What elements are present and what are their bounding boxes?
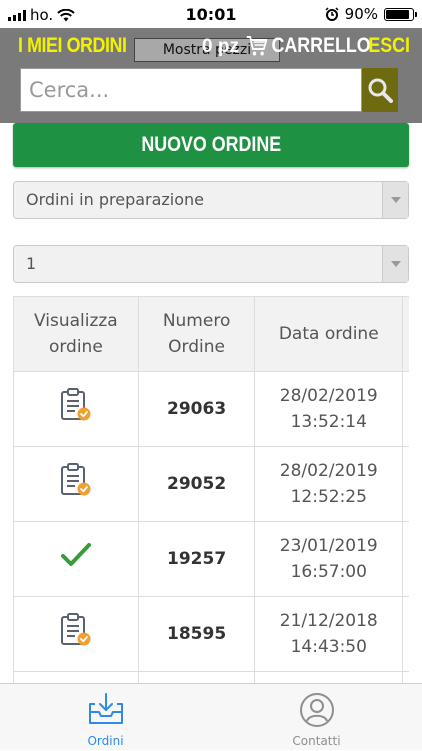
- order-status-value: Ordini in preparazione: [26, 190, 205, 209]
- order-date-cell: 28/02/2019 12:52:25: [254, 446, 404, 522]
- cart-count: 0 pz: [202, 36, 239, 57]
- order-status-select[interactable]: Ordini in preparazione: [13, 181, 409, 219]
- view-order-cell[interactable]: [13, 446, 139, 522]
- view-order-cell[interactable]: [13, 521, 139, 597]
- battery-percent: 90%: [344, 5, 378, 23]
- battery-icon: [384, 7, 417, 21]
- cart-label: CARRELLO: [271, 34, 371, 57]
- inbox-tray-icon: [88, 693, 123, 724]
- new-order-label: NUOVO ORDINE: [141, 133, 281, 156]
- clipboard-check-icon[interactable]: [59, 613, 93, 653]
- search-input[interactable]: Cerca...: [20, 68, 362, 112]
- page-title: I MIEI ORDINI: [18, 34, 127, 57]
- view-order-cell[interactable]: [13, 371, 139, 447]
- order-date: 23/01/2019: [279, 536, 378, 556]
- extra-cell: [402, 371, 409, 447]
- tab-ordini[interactable]: Ordini: [0, 684, 211, 751]
- status-bar: ho. 10:01 90%: [0, 0, 422, 28]
- page-select-value: 1: [26, 254, 37, 273]
- tab-ordini-label: Ordini: [87, 734, 124, 748]
- order-date-cell: 21/12/2018 14:43:50: [254, 596, 404, 672]
- order-time: 14:43:50: [290, 637, 367, 657]
- clipboard-check-icon[interactable]: [59, 463, 93, 503]
- new-order-button[interactable]: NUOVO ORDINE: [13, 123, 409, 167]
- cart-button[interactable]: CARRELLO: [246, 34, 371, 58]
- header-view-order: Visualizza ordine: [13, 296, 139, 372]
- header-extra-column: [402, 296, 409, 372]
- header-order-date: Data ordine: [254, 296, 404, 372]
- green-checkmark-icon[interactable]: [60, 543, 92, 574]
- search-icon: [368, 78, 393, 103]
- chevron-down-icon: [382, 246, 408, 282]
- contact-person-icon: [299, 693, 334, 727]
- extra-cell: [402, 596, 409, 672]
- order-date: 21/12/2018: [279, 611, 378, 631]
- extra-cell: [402, 521, 409, 597]
- order-time: 12:52:25: [290, 487, 367, 507]
- order-time: 16:57:00: [290, 562, 367, 582]
- orders-table: Visualizza ordine Numero Ordine Data ordin…: [13, 296, 409, 685]
- table-row: 29052 28/02/2019 12:52:25: [13, 446, 409, 522]
- order-date-cell: 28/02/2019 13:52:14: [254, 371, 404, 447]
- extra-cell: [402, 446, 409, 522]
- order-number: 18595: [137, 596, 256, 672]
- header-order-number: Numero Ordine: [137, 296, 256, 372]
- status-right: 90%: [325, 5, 417, 23]
- alarm-clock-icon: [325, 7, 339, 21]
- logout-button[interactable]: ESCI: [368, 34, 410, 58]
- search-button[interactable]: [362, 68, 398, 112]
- app-header: I MIEI ORDINI Mostra pezzi 0 pz CARRELLO…: [0, 28, 422, 123]
- table-row: 29063 28/02/2019 13:52:14: [13, 371, 409, 447]
- order-number: 29052: [137, 446, 256, 522]
- order-time: 13:52:14: [290, 412, 367, 432]
- clipboard-check-icon[interactable]: [59, 388, 93, 428]
- table-header-row: Visualizza ordine Numero Ordine Data ordin…: [13, 296, 409, 372]
- order-number: 19257: [137, 521, 256, 597]
- tab-bar: Ordini Contatti: [0, 683, 422, 750]
- table-row: 18595 21/12/2018 14:43:50: [13, 596, 409, 672]
- tab-contatti[interactable]: Contatti: [211, 684, 422, 751]
- order-date: 28/02/2019: [279, 461, 378, 481]
- order-number: 29063: [137, 371, 256, 447]
- table-row: 19257 23/01/2019 16:57:00: [13, 521, 409, 597]
- order-date-cell: 23/01/2019 16:57:00: [254, 521, 404, 597]
- tab-contatti-label: Contatti: [292, 734, 341, 748]
- view-order-cell[interactable]: [13, 596, 139, 672]
- orders-table-container[interactable]: Visualizza ordine Numero Ordine Data ordin…: [13, 296, 409, 685]
- order-date: 28/02/2019: [279, 386, 378, 406]
- page-select[interactable]: 1: [13, 245, 409, 283]
- chevron-down-icon: [382, 182, 408, 218]
- shopping-cart-icon: [246, 36, 268, 56]
